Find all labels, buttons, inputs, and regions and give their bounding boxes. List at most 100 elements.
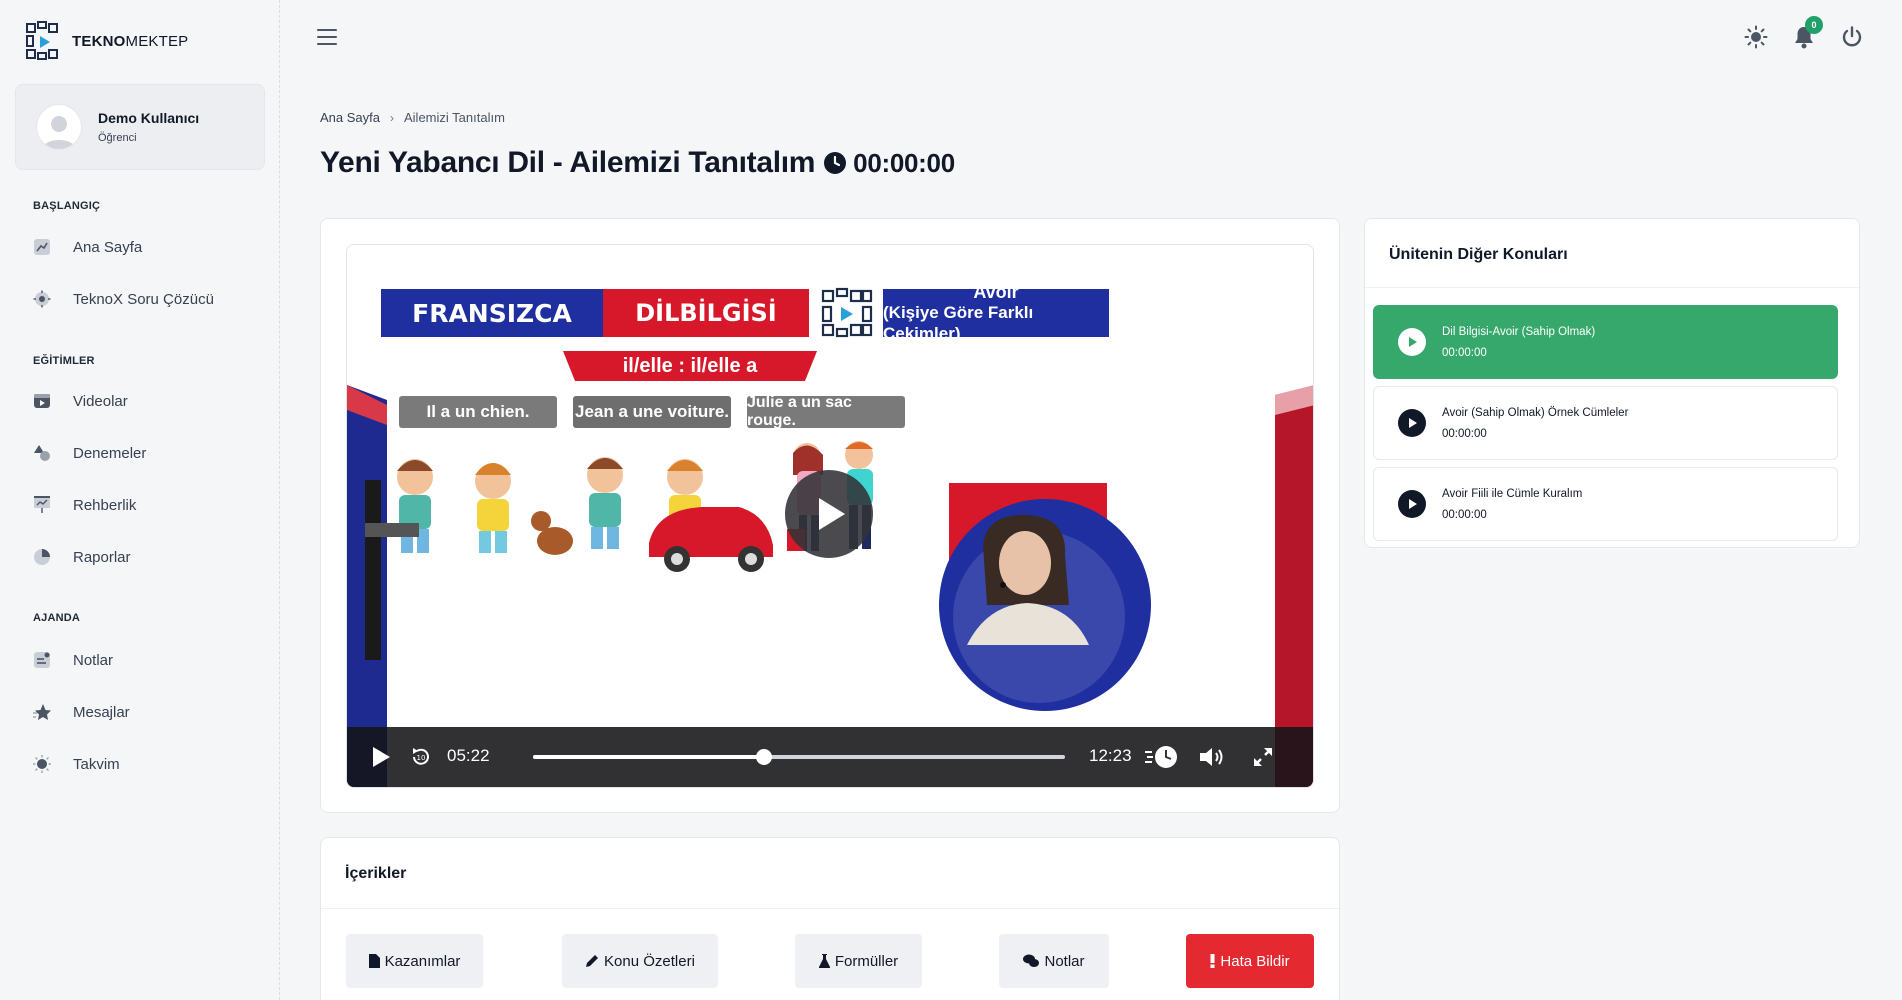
playback-speed-button[interactable] — [1143, 743, 1183, 771]
file-icon — [368, 954, 380, 968]
kazanimlar-button[interactable]: Kazanımlar — [346, 934, 483, 988]
sidebar-item-teknox[interactable]: TeknoX Soru Çözücü — [33, 290, 214, 308]
current-time: 05:22 — [447, 746, 490, 765]
breadcrumb-home-link[interactable]: Ana Sayfa — [320, 110, 380, 125]
topic-time: 00:00:00 — [1442, 427, 1487, 440]
timer-value: 00:00:00 — [853, 147, 955, 178]
breadcrumb: Ana Sayfa › Ailemizi Tanıtalım — [320, 110, 505, 125]
sidebar-item-label: TeknoX Soru Çözücü — [73, 290, 214, 308]
presentation-icon — [33, 496, 51, 514]
notifications-button[interactable]: 0 — [1791, 16, 1823, 50]
topic-time: 00:00:00 — [1442, 346, 1487, 359]
timer: 00:00:00 — [823, 148, 955, 179]
topic-time: 00:00:00 — [1442, 508, 1487, 521]
other-topics-title: Ünitenin Diğer Konuları — [1389, 246, 1568, 263]
sidebar-item-raporlar[interactable]: Raporlar — [33, 548, 131, 566]
progress-thumb[interactable] — [755, 749, 772, 765]
topic-item[interactable]: Avoir Fiili ile Cümle Kuralım 00:00:00 — [1373, 467, 1838, 541]
sidebar-item-ana-sayfa[interactable]: Ana Sayfa — [33, 238, 142, 256]
topic-item[interactable]: Dil Bilgisi-Avoir (Sahip Olmak) 00:00:00 — [1373, 305, 1838, 379]
topic-item[interactable]: Avoir (Sahip Olmak) Örnek Cümleler 00:00… — [1373, 386, 1838, 460]
comments-icon — [1023, 954, 1040, 967]
user-role: Öğrenci — [98, 132, 137, 144]
play-icon — [1398, 490, 1426, 518]
rewind-10-button[interactable]: 10 — [409, 745, 433, 769]
big-play-button[interactable] — [785, 470, 873, 558]
video-icon — [33, 392, 51, 410]
sidebar-item-label: Mesajlar — [73, 703, 130, 721]
sidebar-item-mesajlar[interactable]: Mesajlar — [33, 703, 130, 721]
progress-bar[interactable] — [533, 749, 1065, 765]
progress-fill — [533, 755, 764, 759]
button-label: Konu Özetleri — [604, 952, 695, 970]
menu-toggle-button[interactable] — [317, 28, 337, 46]
play-icon — [1398, 328, 1426, 356]
sidebar-item-label: Ana Sayfa — [73, 238, 143, 256]
annotation-toolbar-flyout[interactable] — [365, 523, 419, 537]
page-title-text: Yeni Yabancı Dil - Ailemizi Tanıtalım — [320, 146, 816, 179]
report-error-button[interactable]: Hata Bildir — [1186, 934, 1314, 988]
banner-right-line2: (Kişiye Göre Farklı Çekimler) — [883, 303, 1034, 343]
duration: 12:23 — [1089, 746, 1132, 765]
video-player[interactable]: FRANSIZCA DİLBİLGİSİ Avoir (Kişiye Göre … — [346, 244, 1314, 788]
sidebar: TEKNOMEKTEP Demo Kullanıcı Öğrenci BAŞLA… — [0, 0, 280, 1000]
hamburger-line — [317, 43, 337, 45]
konu-ozetleri-button[interactable]: Konu Özetleri — [562, 934, 718, 988]
sidebar-item-label: Takvim — [73, 755, 120, 773]
volume-icon — [1200, 748, 1223, 766]
pencil-icon — [586, 955, 599, 967]
volume-button[interactable] — [1197, 743, 1227, 771]
banner-mid-text: DİLBİLGİSİ — [635, 299, 777, 327]
contents-card: İçerikler Kazanımlar Konu Özetleri Formü… — [320, 837, 1340, 1000]
brand-logo[interactable]: TEKNOMEKTEP — [24, 20, 188, 62]
sun-icon — [33, 755, 51, 773]
sidebar-item-label: Raporlar — [73, 548, 131, 566]
breadcrumb-current: Ailemizi Tanıtalım — [404, 110, 505, 125]
chart-icon — [33, 238, 51, 256]
fullscreen-button[interactable] — [1251, 745, 1275, 769]
logo-icon — [26, 21, 58, 60]
other-topics-card: Ünitenin Diğer Konuları Dil Bilgisi-Avoi… — [1364, 218, 1860, 548]
user-card[interactable]: Demo Kullanıcı Öğrenci — [15, 84, 265, 170]
brand-name: TEKNOMEKTEP — [72, 32, 189, 50]
play-button[interactable] — [369, 745, 393, 769]
slide-subtitle: il/elle : il/elle a — [622, 354, 758, 377]
topic-name: Avoir Fiili ile Cümle Kuralım — [1442, 487, 1583, 500]
avatar — [36, 104, 82, 150]
sidebar-item-denemeler[interactable]: Denemeler — [33, 444, 146, 462]
sidebar-item-label: Rehberlik — [73, 496, 137, 514]
rewind-icon: 10 — [413, 748, 429, 765]
annotation-toolbar[interactable] — [365, 480, 381, 660]
hamburger-line — [317, 36, 337, 38]
divider — [1365, 287, 1859, 288]
hamburger-line — [317, 29, 337, 31]
expand-icon — [1254, 748, 1272, 766]
user-silhouette-icon — [43, 116, 75, 149]
section-egitimler: EĞİTİMLER — [33, 355, 95, 367]
divider — [321, 908, 1339, 909]
example-text: Julie a un sac rouge. — [747, 394, 852, 429]
video-controls: 10 05:22 12:23 — [347, 727, 1313, 787]
pie-icon — [33, 548, 51, 566]
banner-left-text: FRANSIZCA — [412, 298, 572, 328]
logout-button[interactable] — [1839, 24, 1865, 50]
formuller-button[interactable]: Formüller — [795, 934, 922, 988]
sidebar-item-videolar[interactable]: Videolar — [33, 392, 128, 410]
sidebar-item-rehberlik[interactable]: Rehberlik — [33, 496, 136, 514]
star-icon — [33, 703, 51, 721]
button-label: Hata Bildir — [1220, 952, 1290, 970]
power-icon — [1842, 26, 1862, 47]
section-ajanda: AJANDA — [33, 612, 81, 624]
play-icon — [1398, 409, 1426, 437]
sidebar-item-label: Videolar — [73, 392, 128, 410]
sidebar-item-takvim[interactable]: Takvim — [33, 755, 120, 773]
svg-text:10: 10 — [417, 754, 426, 762]
note-icon — [33, 651, 51, 669]
theme-toggle-button[interactable] — [1743, 24, 1769, 50]
topic-name: Avoir (Sahip Olmak) Örnek Cümleler — [1442, 406, 1629, 419]
video-card: FRANSIZCA DİLBİLGİSİ Avoir (Kişiye Göre … — [320, 218, 1340, 813]
notlar-button[interactable]: Notlar — [999, 934, 1109, 988]
sidebar-item-notlar[interactable]: Notlar — [33, 651, 113, 669]
example-text: Il a un chien. — [426, 402, 530, 421]
contents-title: İçerikler — [345, 865, 407, 882]
